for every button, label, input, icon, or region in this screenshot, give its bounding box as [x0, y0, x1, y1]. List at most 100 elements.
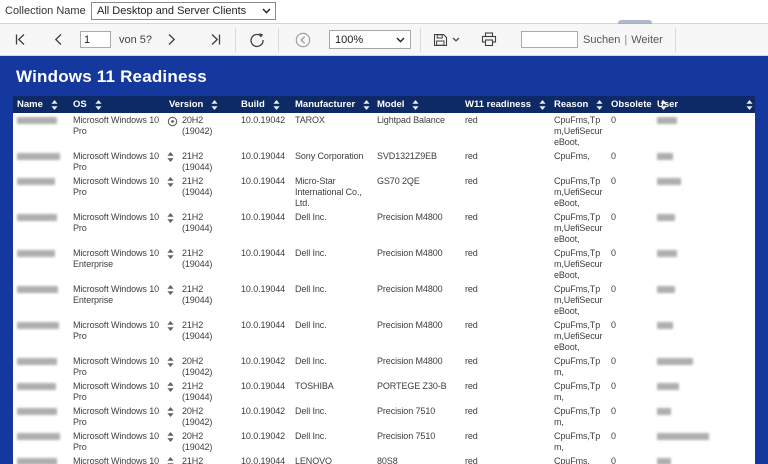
collection-name-dropdown[interactable]: All Desktop and Server Clients	[91, 2, 276, 20]
previous-page-button[interactable]	[51, 27, 65, 53]
next-page-button[interactable]	[165, 27, 179, 53]
cell-obsolete: 0	[611, 381, 616, 391]
column-header-obsolete[interactable]: Obsolete	[607, 97, 667, 112]
cell-os: Microsoft Windows 10 Pro	[73, 212, 160, 233]
redacted-name	[17, 408, 57, 415]
cell-manufacturer: Dell Inc.	[295, 431, 327, 441]
column-header-os[interactable]: OS	[69, 97, 165, 112]
column-header-name[interactable]: Name	[13, 97, 69, 112]
sort-icon[interactable]	[167, 457, 174, 464]
sort-icon[interactable]	[167, 152, 174, 162]
collection-name-value: All Desktop and Server Clients	[97, 5, 247, 17]
sort-icon[interactable]	[167, 249, 174, 259]
sort-icon[interactable]	[273, 99, 280, 110]
redacted-name	[17, 178, 55, 185]
cell-os: Microsoft Windows 10 Enterprise	[73, 456, 160, 464]
export-save-button[interactable]	[431, 27, 462, 53]
table-row: Microsoft Windows 10 Enterprise 21H2 (19…	[13, 246, 755, 282]
cell-reason: CpuFms,Tpm,	[554, 356, 601, 377]
column-label: Obsolete	[611, 99, 652, 110]
table-row: Microsoft Windows 10 Pro 20H2 (19042) 10…	[13, 354, 755, 379]
cell-model: PORTEGE Z30-B	[377, 381, 447, 391]
first-page-icon	[15, 34, 25, 45]
print-button[interactable]	[479, 27, 499, 53]
sort-icon[interactable]	[539, 99, 546, 110]
sort-icon[interactable]	[51, 99, 58, 110]
redacted-user	[657, 153, 673, 160]
page-number-input[interactable]	[80, 31, 111, 48]
column-header-build[interactable]: Build	[237, 97, 291, 112]
table-row: Microsoft Windows 10 Pro 21H2 (19044) 10…	[13, 210, 755, 246]
cell-build: 10.0.19042	[241, 356, 286, 366]
redacted-user	[657, 322, 673, 329]
cell-build: 10.0.19044	[241, 456, 286, 464]
previous-page-icon	[54, 34, 62, 45]
table-row: Microsoft Windows 10 Pro 21H2 (19044) 10…	[13, 318, 755, 354]
cell-manufacturer: Dell Inc.	[295, 406, 327, 416]
cell-manufacturer: Dell Inc.	[295, 356, 327, 366]
cell-w11-readiness: red	[465, 431, 478, 441]
zoom-value: 100%	[335, 33, 364, 46]
cell-w11-readiness: red	[465, 381, 478, 391]
find-next-link[interactable]: Weiter	[631, 34, 663, 46]
sort-icon[interactable]	[211, 99, 218, 110]
column-header-manufacturer[interactable]: Manufacturer	[291, 97, 373, 112]
cell-obsolete: 0	[611, 248, 616, 258]
column-header-model[interactable]: Model	[373, 97, 461, 112]
page-count-label: von 5?	[119, 33, 153, 46]
sort-icon[interactable]	[167, 382, 174, 392]
last-page-button[interactable]	[207, 27, 225, 53]
column-header-version[interactable]: Version	[165, 97, 237, 112]
sort-icon[interactable]	[95, 99, 102, 110]
cell-model: Precision M4800	[377, 248, 443, 258]
zoom-select[interactable]: 100%	[329, 30, 412, 49]
cell-manufacturer: Sony Corporation	[295, 151, 364, 161]
cell-user	[653, 379, 755, 404]
sort-icon[interactable]	[167, 432, 174, 442]
column-header-w11-readiness[interactable]: W11 readiness	[461, 97, 550, 112]
sorted-icon[interactable]	[167, 116, 178, 127]
column-label: Name	[17, 99, 43, 110]
cell-version: 20H2 (19042)	[165, 429, 237, 454]
column-header-user[interactable]: User	[653, 97, 755, 112]
sort-icon[interactable]	[746, 99, 753, 110]
cell-model: Precision M4800	[377, 356, 443, 366]
cell-reason: CpuFms,Tpm,UefiSecureBoot,	[554, 248, 603, 280]
first-page-button[interactable]	[11, 27, 29, 53]
sort-icon[interactable]	[167, 357, 174, 367]
cell-w11-readiness: red	[465, 115, 478, 125]
redacted-user	[657, 117, 677, 124]
cell-manufacturer: Dell Inc.	[295, 212, 327, 222]
cell-reason: CpuFms,Tpm,	[554, 431, 601, 452]
sort-icon[interactable]	[167, 321, 174, 331]
column-label: User	[657, 99, 679, 110]
cell-version: 20H2 (19042)	[165, 354, 237, 379]
cell-name	[13, 404, 69, 429]
sort-icon[interactable]	[596, 99, 603, 110]
search-input[interactable]	[521, 31, 579, 48]
find-separator: |	[624, 33, 628, 46]
cell-manufacturer: TOSHIBA	[295, 381, 334, 391]
cell-model: GS70 2QE	[377, 176, 420, 186]
sort-icon[interactable]	[363, 99, 370, 110]
cell-reason: CpuFms,Tpm,UefiSecureBoot,	[554, 320, 603, 352]
column-label: Reason	[554, 99, 589, 110]
sort-icon[interactable]	[412, 99, 420, 110]
cell-w11-readiness: red	[465, 356, 478, 366]
back-to-parent-button[interactable]	[293, 27, 313, 53]
sort-icon[interactable]	[167, 407, 174, 417]
sort-icon[interactable]	[167, 177, 174, 187]
cell-name	[13, 379, 69, 404]
cell-name	[13, 210, 69, 246]
redacted-user	[657, 178, 681, 185]
sort-icon[interactable]	[167, 285, 174, 295]
find-link[interactable]: Suchen	[583, 34, 620, 46]
column-header-reason[interactable]: Reason	[550, 97, 607, 112]
sort-icon[interactable]	[167, 213, 174, 223]
table-row: Microsoft Windows 10 Enterprise 21H2 (19…	[13, 454, 755, 464]
cell-obsolete: 0	[611, 212, 616, 222]
chevron-down-icon	[396, 37, 405, 43]
column-label: Build	[241, 99, 265, 110]
cell-name	[13, 429, 69, 454]
refresh-button[interactable]	[247, 27, 267, 53]
